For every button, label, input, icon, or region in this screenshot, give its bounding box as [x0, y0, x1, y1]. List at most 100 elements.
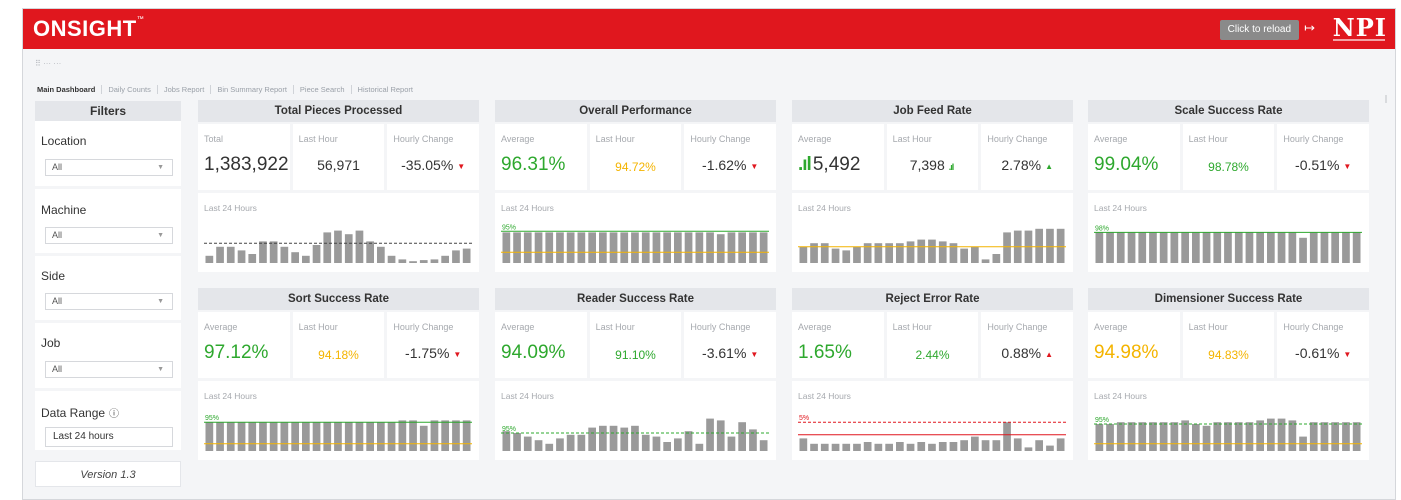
- hour-bar: [652, 436, 661, 451]
- metric-label: Last Hour: [298, 322, 338, 332]
- date-range-input[interactable]: Last 24 hours: [45, 427, 173, 447]
- hour-bar: [663, 232, 671, 263]
- metric-label: Hourly Change: [393, 134, 454, 144]
- reload-button[interactable]: Click to reload: [1219, 20, 1299, 40]
- metric-label: Average: [1094, 134, 1128, 144]
- hour-bar: [738, 232, 746, 263]
- metric-label: Average: [501, 322, 535, 332]
- metric-label: Last Hour: [892, 322, 932, 332]
- sparkline-panel: Last 24 Hours 95%: [495, 193, 776, 272]
- hour-bar: [462, 248, 471, 263]
- hour-bar: [1234, 422, 1243, 451]
- hour-bar: [1170, 232, 1179, 263]
- tab-jobs-report[interactable]: Jobs Report: [158, 84, 212, 94]
- hour-bar: [716, 234, 725, 263]
- hour-bar: [430, 420, 439, 451]
- scrollbar[interactable]: [1385, 95, 1387, 103]
- side-select[interactable]: All ▼: [45, 293, 173, 310]
- hour-bar: [641, 232, 650, 263]
- hour-bar: [896, 442, 904, 451]
- hour-bar: [556, 438, 564, 451]
- hour-bar: [302, 255, 310, 263]
- hour-bar: [312, 422, 321, 451]
- hour-bar: [810, 243, 818, 263]
- tab-main-dashboard[interactable]: Main Dashboard: [35, 84, 103, 94]
- metric-value: 94.83%: [1183, 348, 1275, 362]
- info-icon[interactable]: ⓘ: [109, 409, 119, 420]
- hour-bar: [992, 254, 1001, 263]
- last-hour-metric: Last Hour 56,971: [292, 124, 385, 190]
- metric-label: Hourly Change: [690, 134, 751, 144]
- metric-label: Last Hour: [595, 322, 635, 332]
- metric-value: 0.88% ▲: [981, 345, 1073, 361]
- signal-bars-icon: .ıl: [798, 154, 812, 175]
- average-metric: Average .ıl 5,492: [792, 124, 884, 190]
- kpi-metrics: Average 96.31% Last Hour 94.72% Hourly Chang…: [495, 124, 777, 190]
- hour-bar: [1013, 438, 1022, 451]
- hour-bar: [334, 422, 342, 451]
- trend-down-icon: ▼: [453, 349, 462, 359]
- hour-bar: [1256, 420, 1264, 451]
- last-24-hours-bar-chart: 5%: [798, 415, 1066, 451]
- machine-select[interactable]: All ▼: [45, 227, 173, 244]
- hour-bar: [1046, 445, 1054, 451]
- hour-bar: [237, 250, 246, 263]
- tab-daily-counts[interactable]: Daily Counts: [102, 84, 158, 94]
- metric-value-text: 96.31%: [501, 154, 566, 175]
- hour-bar: [716, 420, 725, 451]
- chevron-down-icon: ▼: [157, 366, 164, 373]
- tab-bin-summary-report[interactable]: Bin Summary Report: [211, 84, 294, 94]
- kpi-card: Total Pieces Processed Total 1,383,922 Last…: [198, 100, 480, 272]
- hour-bar: [280, 422, 289, 451]
- hour-bar: [577, 232, 586, 263]
- hour-bar: [1267, 232, 1275, 263]
- tab-piece-search[interactable]: Piece Search: [294, 84, 352, 94]
- hour-bar: [523, 436, 532, 451]
- hour-bar: [441, 420, 449, 451]
- sparkline-panel: Last 24 Hours 98%: [1088, 193, 1369, 272]
- hour-bar: [205, 255, 214, 263]
- last-24-hours-bar-chart: [798, 228, 1066, 263]
- target-line-label: 95%: [502, 224, 516, 231]
- hour-bar: [1095, 232, 1104, 263]
- hour-bar: [1149, 232, 1157, 263]
- average-metric: Average 96.31%: [495, 124, 587, 190]
- kpi-card: Sort Success Rate Average 97.12% Last Hour 9…: [198, 288, 480, 460]
- logout-icon[interactable]: ↦: [1304, 20, 1315, 36]
- filter-label: Data Range ⓘ: [41, 406, 120, 420]
- hour-bar: [938, 442, 947, 451]
- metric-value-text: 91.10%: [615, 348, 656, 362]
- job-select[interactable]: All ▼: [45, 361, 173, 378]
- tab-historical-report[interactable]: Historical Report: [352, 85, 419, 94]
- average-metric: Average 1.65%: [792, 312, 884, 378]
- metric-value-text: 1,383,922: [204, 154, 289, 175]
- hour-bar: [641, 434, 650, 451]
- sparkline-label: Last 24 Hours: [1094, 391, 1147, 401]
- hour-bar: [874, 243, 883, 263]
- metric-value: 2.78% ▲: [981, 157, 1073, 173]
- hour-bar: [906, 443, 915, 451]
- hour-bar: [216, 422, 224, 451]
- hour-bar: [1267, 418, 1275, 451]
- hour-bar: [1309, 422, 1318, 451]
- hour-bar: [366, 422, 374, 451]
- hour-bar: [545, 232, 554, 263]
- hour-bar: [355, 422, 364, 451]
- trend-down-icon: ▼: [1343, 349, 1352, 359]
- target-line-label: 95%: [1095, 417, 1109, 424]
- kpi-card-title: Sort Success Rate: [198, 288, 479, 310]
- version-label: Version 1.3: [35, 461, 181, 487]
- metric-value: 94.18%: [293, 348, 385, 362]
- location-select[interactable]: All ▼: [45, 159, 173, 176]
- hour-bar: [566, 434, 575, 451]
- hour-bar: [885, 443, 893, 451]
- hour-bar: [599, 425, 607, 451]
- target-line-label: 95%: [502, 426, 516, 433]
- metric-value-text: 1.65%: [798, 342, 852, 363]
- kpi-card-title: Reader Success Rate: [495, 288, 776, 310]
- hour-bar: [387, 422, 396, 451]
- hour-bar: [366, 241, 374, 263]
- hour-bar: [1056, 228, 1065, 263]
- hour-bar: [441, 255, 449, 263]
- hour-bar: [674, 232, 682, 263]
